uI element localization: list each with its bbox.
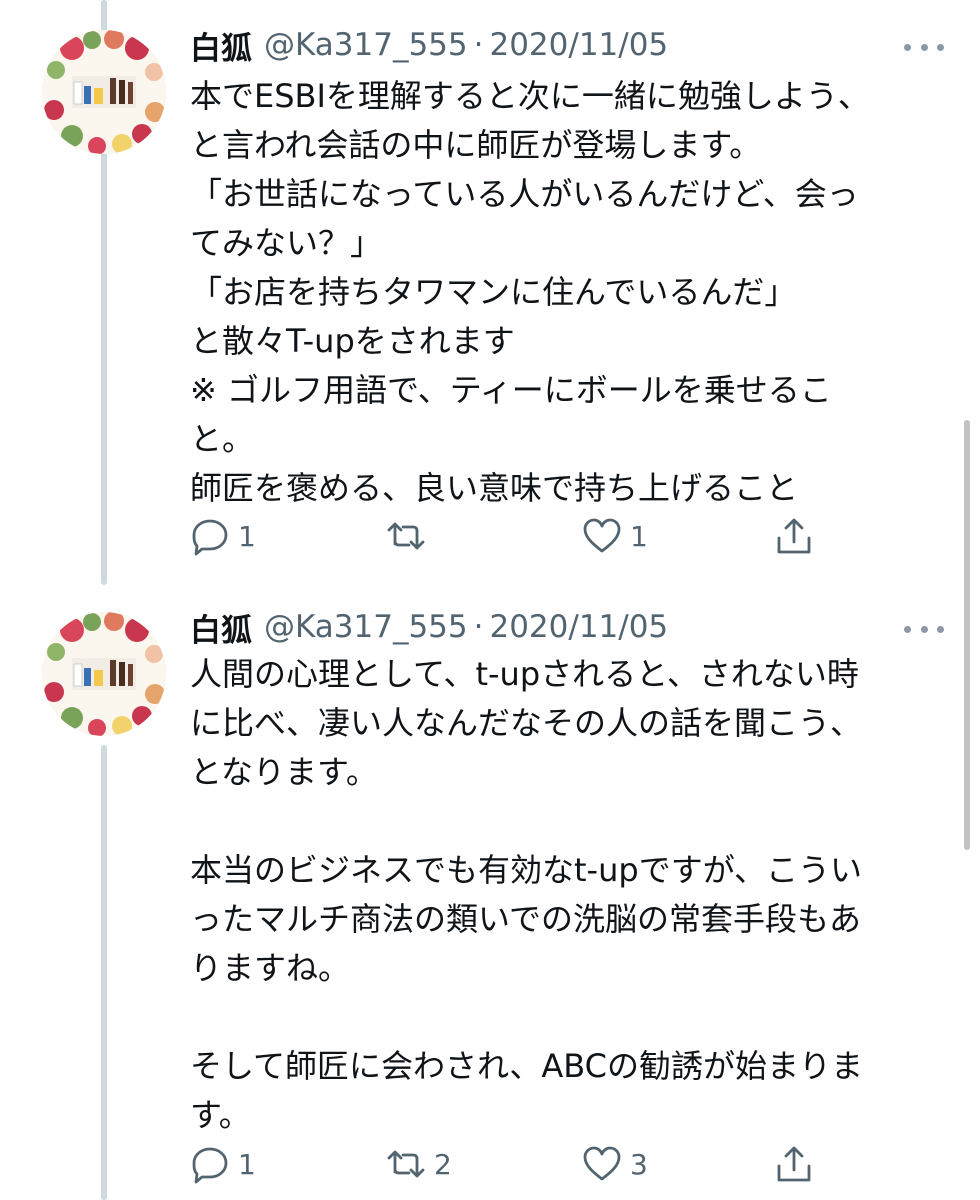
retweet-count: 2 [434, 1147, 452, 1181]
reply-button[interactable]: 1 [190, 508, 256, 564]
tweet-line: と言われ会話の中に師匠が登場します。 [190, 126, 762, 164]
avatar[interactable] [42, 30, 166, 154]
more-dot [904, 43, 911, 51]
tweet-date[interactable]: 2020/11/05 [489, 27, 668, 63]
like-count: 3 [630, 1147, 648, 1181]
tweet-line: となります。 [190, 753, 378, 791]
tweet-line: そして師匠に会わされ、ABCの勧誘が始まりま [190, 1047, 863, 1085]
tweet-line: に比べ、凄い人なんだなその人の話を聞こう、 [190, 704, 863, 742]
author-name[interactable]: 白狐 [190, 605, 252, 650]
tweet-text: 本でESBIを理解すると次に一緒に勉強しよう、 と言われ会話の中に師匠が登場しま… [190, 72, 950, 513]
tweet-header: 白狐 @Ka317_555 · 2020/11/05 [190, 604, 668, 650]
share-button[interactable] [774, 1136, 814, 1192]
tweet[interactable]: 白狐 @Ka317_555 · 2020/11/05 本でESBIを理解すると次… [0, 0, 980, 590]
reply-icon [192, 1147, 228, 1184]
share-icon [777, 518, 811, 554]
tweet-line: 「お世話になっている人がいるんだけど、会っ [190, 175, 859, 213]
tweet-line: と。 [190, 420, 255, 458]
reply-count: 1 [238, 519, 256, 553]
tweet-line: す。 [190, 1096, 251, 1134]
retweet-icon [387, 522, 425, 550]
like-button[interactable]: 1 [582, 508, 648, 564]
more-dot [920, 625, 928, 633]
avatar-image [42, 30, 166, 154]
separator-dot: · [473, 609, 484, 645]
tweet-line: 本当のビジネスでも有効なt-upですが、こうい [190, 851, 863, 889]
reply-icon [192, 519, 228, 556]
tweet[interactable]: 白狐 @Ka317_555 · 2020/11/05 人間の心理として、t-up… [0, 590, 980, 1200]
author-handle[interactable]: @Ka317_555 [264, 27, 468, 63]
tweet-line: 本でESBIを理解すると次に一緒に勉強しよう、 [190, 77, 870, 115]
tweet-blank-line [190, 797, 950, 846]
tweet-date[interactable]: 2020/11/05 [489, 609, 668, 645]
separator-dot: · [473, 27, 484, 63]
tweet-actions: 1 2 3 [190, 1136, 830, 1192]
share-icon [777, 1146, 811, 1182]
tweet-line: ※ ゴルフ用語で、ティーにボールを乗せるこ [190, 371, 832, 409]
reply-count: 1 [238, 1147, 256, 1181]
tweet-line: 師匠を褒める、良い意味で持ち上げること [190, 469, 799, 507]
share-button[interactable] [774, 508, 814, 564]
tweet-blank-line [190, 993, 950, 1042]
avatar[interactable] [42, 612, 166, 736]
more-dot [937, 625, 944, 633]
reply-button[interactable]: 1 [190, 1136, 256, 1192]
more-dot [920, 43, 928, 51]
tweet-actions: 1 1 [190, 508, 830, 564]
author-name[interactable]: 白狐 [190, 23, 252, 68]
avatar-image [42, 612, 166, 736]
scrollbar[interactable] [964, 420, 970, 850]
retweet-icon [387, 1150, 425, 1178]
tweet-text: 人間の心理として、t-upされると、されない時 に比べ、凄い人なんだなその人の話… [190, 650, 950, 1140]
more-icon[interactable] [904, 32, 944, 62]
more-dot [937, 43, 944, 51]
tweet-line: 「お店を持ちタワマンに住んでいるんだ」 [190, 273, 797, 311]
tweet-line: てみない？」 [190, 224, 383, 262]
like-count: 1 [630, 519, 648, 553]
tweet-line: りますね。 [190, 949, 351, 987]
author-handle[interactable]: @Ka317_555 [264, 609, 468, 645]
heart-icon [583, 518, 621, 553]
tweet-header: 白狐 @Ka317_555 · 2020/11/05 [190, 22, 668, 68]
retweet-button[interactable] [386, 508, 434, 564]
heart-icon [583, 1146, 621, 1181]
tweet-line: ったマルチ商法の類いでの洗脳の常套手段もあ [190, 900, 862, 938]
tweet-line: と散々T-upをされます [190, 322, 515, 360]
tweet-line: 人間の心理として、t-upされると、されない時 [190, 655, 859, 693]
more-icon[interactable] [904, 614, 944, 644]
like-button[interactable]: 3 [582, 1136, 648, 1192]
retweet-button[interactable]: 2 [386, 1136, 452, 1192]
more-dot [904, 625, 911, 633]
